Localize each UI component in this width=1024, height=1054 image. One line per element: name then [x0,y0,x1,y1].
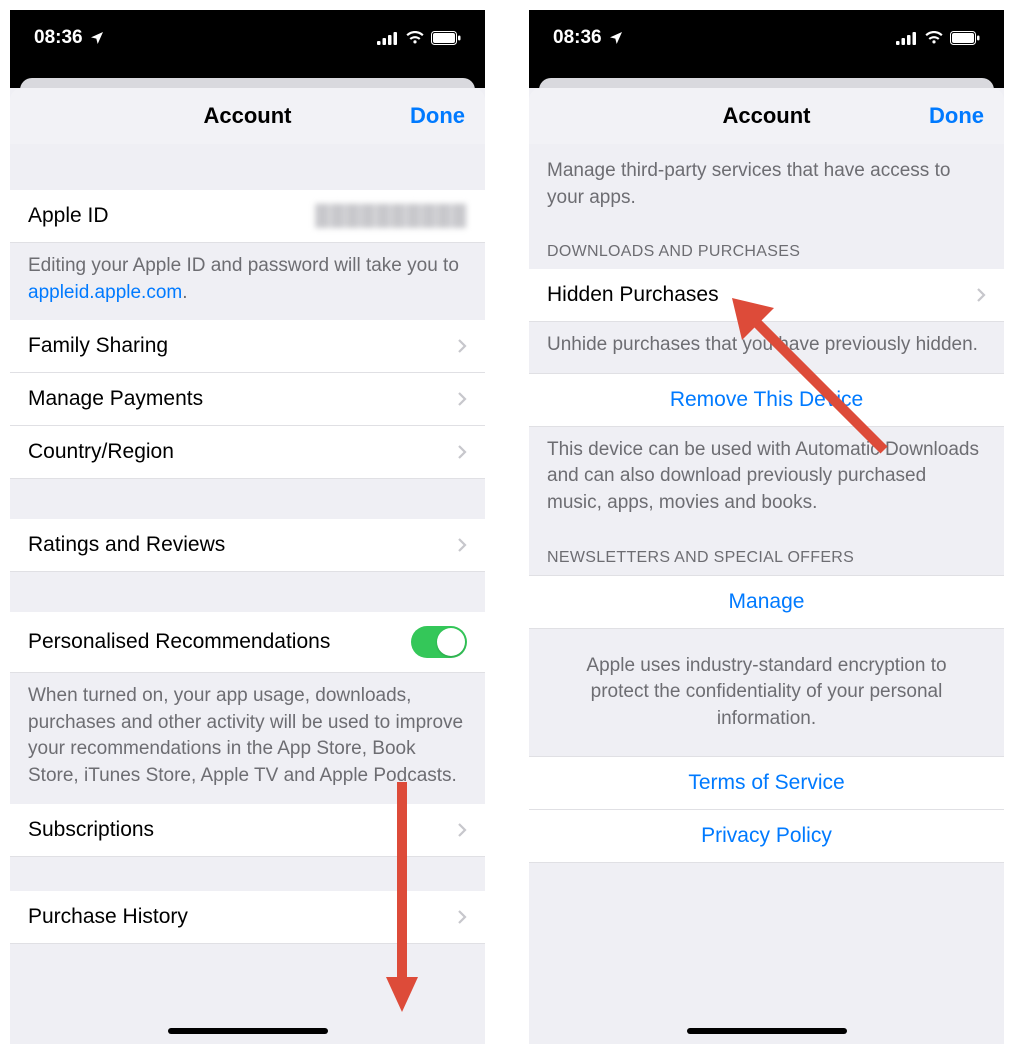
chevron-right-icon [457,909,467,925]
status-bar: 08:36 [10,10,485,70]
hidden-purchases-label: Hidden Purchases [547,283,966,307]
third-party-footer: Manage third-party services that have ac… [529,144,1004,225]
apple-id-value: ██████████ [315,205,467,228]
terms-button[interactable]: Terms of Service [529,756,1004,810]
cellular-icon [896,31,918,45]
chevron-right-icon [457,391,467,407]
ratings-reviews-label: Ratings and Reviews [28,533,447,557]
battery-icon [950,31,980,45]
encryption-footer: Apple uses industry-standard encryption … [529,629,1004,757]
family-sharing-row[interactable]: Family Sharing [10,320,485,373]
manage-payments-row[interactable]: Manage Payments [10,373,485,426]
sheet-peek [529,70,1004,88]
chevron-right-icon [457,537,467,553]
country-region-label: Country/Region [28,440,447,464]
nav-bar: Account Done [529,88,1004,144]
remove-footer: This device can be used with Automatic D… [529,427,1004,531]
home-indicator[interactable] [168,1028,328,1034]
done-button[interactable]: Done [410,103,485,129]
done-button[interactable]: Done [929,103,1004,129]
personalised-recs-label: Personalised Recommendations [28,630,411,654]
personalised-recs-row[interactable]: Personalised Recommendations [10,612,485,673]
phone-right: 08:36 Account Done Manage third-party se… [529,10,1004,1044]
ratings-reviews-row[interactable]: Ratings and Reviews [10,519,485,572]
newsletters-header: NEWSLETTERS AND SPECIAL OFFERS [529,531,1004,575]
purchase-history-label: Purchase History [28,905,447,929]
wifi-icon [405,31,425,45]
apple-id-footer: Editing your Apple ID and password will … [10,243,485,320]
appleid-link[interactable]: appleid.apple.com [28,282,182,303]
country-region-row[interactable]: Country/Region [10,426,485,479]
phone-left: 08:36 Account Done Apple ID ██████████ E… [10,10,485,1044]
manage-payments-label: Manage Payments [28,387,447,411]
apple-id-label: Apple ID [28,204,315,228]
hidden-purchases-row[interactable]: Hidden Purchases [529,269,1004,322]
status-time: 08:36 [553,27,602,49]
status-bar: 08:36 [529,10,1004,70]
wifi-icon [924,31,944,45]
battery-icon [431,31,461,45]
home-indicator[interactable] [687,1028,847,1034]
remove-device-button[interactable]: Remove This Device [529,373,1004,427]
privacy-button[interactable]: Privacy Policy [529,810,1004,863]
location-icon [89,30,105,46]
apple-id-row[interactable]: Apple ID ██████████ [10,190,485,243]
hidden-footer: Unhide purchases that you have previousl… [529,322,1004,373]
chevron-right-icon [457,338,467,354]
purchase-history-row[interactable]: Purchase History [10,891,485,944]
content-left: Apple ID ██████████ Editing your Apple I… [10,144,485,1044]
manage-newsletters-button[interactable]: Manage [529,575,1004,629]
subscriptions-row[interactable]: Subscriptions [10,804,485,857]
location-icon [608,30,624,46]
status-time: 08:36 [34,27,83,49]
chevron-right-icon [457,444,467,460]
cellular-icon [377,31,399,45]
chevron-right-icon [457,822,467,838]
subscriptions-label: Subscriptions [28,818,447,842]
family-sharing-label: Family Sharing [28,334,447,358]
personalised-recs-toggle[interactable] [411,626,467,658]
chevron-right-icon [976,287,986,303]
nav-bar: Account Done [10,88,485,144]
sheet-peek [10,70,485,88]
content-right: Manage third-party services that have ac… [529,144,1004,1044]
personalised-footer: When turned on, your app usage, download… [10,673,485,803]
downloads-header: DOWNLOADS AND PURCHASES [529,225,1004,269]
